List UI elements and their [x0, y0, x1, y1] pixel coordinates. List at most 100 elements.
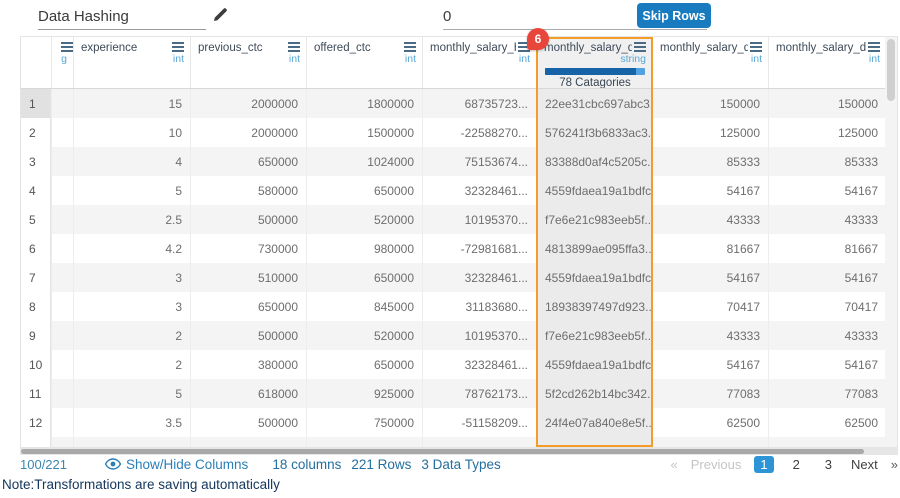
skip-rows-button[interactable]: Skip Rows — [637, 3, 711, 28]
table-cell: 4 — [73, 437, 190, 447]
table-cell: 3 — [73, 263, 190, 292]
table-row: 52.550000052000010195370...f7e6e21c983ee… — [21, 205, 887, 234]
pagination-pages: 123 — [754, 456, 838, 473]
table-cell: 650000 — [190, 147, 306, 176]
table-cell — [51, 89, 73, 118]
categories-count-label: 78 Catagories — [544, 77, 646, 88]
table-cell: 1024000 — [306, 147, 422, 176]
column-type-label: int — [198, 54, 300, 65]
table-cell: 150000 — [768, 89, 886, 118]
edit-pencil-icon[interactable] — [212, 6, 229, 23]
table-row: 11561800092500078762173...5f2cd262b14bc3… — [21, 379, 887, 408]
table-cell: 650000 — [190, 292, 306, 321]
column-header[interactable]: previous_ctcint — [190, 37, 306, 88]
table-cell: 54167 — [768, 350, 886, 379]
table-cell — [51, 292, 73, 321]
table-cell: 85333 — [652, 147, 768, 176]
table-cell: 618000 — [190, 379, 306, 408]
column-header[interactable]: g — [51, 37, 73, 88]
table-cell: 576241f3b6833ac3... — [536, 118, 652, 147]
column-title: monthly_salary_Ha... — [430, 42, 516, 54]
table-cell: 68735723... — [422, 89, 536, 118]
page-button-1[interactable]: 1 — [754, 456, 773, 473]
column-title: monthly_salary_du... — [776, 42, 866, 54]
categories-distribution-bar — [545, 68, 645, 75]
column-title: monthly_salary_du... — [660, 42, 748, 54]
table-cell: 580000 — [190, 176, 306, 205]
table-cell: 3.5 — [73, 408, 190, 437]
pagination-first-arrow[interactable]: « — [671, 457, 678, 472]
table-cell: 75153674... — [422, 147, 536, 176]
vertical-scrollbar-thumb[interactable] — [887, 39, 895, 101]
table-cell: 730000 — [190, 234, 306, 263]
table-cell: 650000 — [306, 350, 422, 379]
row-number-header — [21, 37, 51, 88]
pagination-next[interactable]: Next — [851, 457, 878, 472]
vertical-scrollbar[interactable] — [885, 37, 897, 447]
column-type-label: int — [776, 54, 880, 65]
pagination-previous[interactable]: Previous — [691, 457, 742, 472]
table-cell: 31183680... — [422, 292, 536, 321]
column-type-label: int — [314, 54, 416, 65]
column-header[interactable]: monthly_salary_du...int — [768, 37, 886, 88]
table-row: 134600000850000-736836061c01b2bc5ce59c9f… — [21, 437, 887, 447]
table-row: 64.2730000980000-72981681...4813899ae095… — [21, 234, 887, 263]
table-cell: 18938397497d923... — [536, 292, 652, 321]
table-row: 21020000001500000-22588270...576241f3b68… — [21, 118, 887, 147]
table-cell: 510000 — [190, 263, 306, 292]
table-cell: 70417 — [652, 292, 768, 321]
table-cell: 54167 — [652, 176, 768, 205]
table-cell: 5f2cd262b14bc342... — [536, 379, 652, 408]
table-cell: 24f4e07a840e8e5f... — [536, 408, 652, 437]
table-cell — [51, 408, 73, 437]
table-scroll-area: gexperienceintprevious_ctcintoffered_ctc… — [21, 37, 887, 447]
table-cell: 2 — [73, 350, 190, 379]
table-row: 7351000065000032328461...4559fdaea19a1bd… — [21, 263, 887, 292]
column-header[interactable]: offered_ctcint — [306, 37, 422, 88]
column-type-label: int — [430, 54, 530, 65]
table-cell: 4.2 — [73, 234, 190, 263]
column-header[interactable]: monthly_salary_du...string78 Catagories — [536, 37, 652, 88]
row-number: 11 — [21, 379, 51, 408]
table-cell: 2 — [73, 321, 190, 350]
column-header[interactable]: monthly_salary_Ha...int — [422, 37, 536, 88]
column-title: experience — [81, 42, 170, 54]
table-cell: 925000 — [306, 379, 422, 408]
table-cell: 750000 — [306, 408, 422, 437]
column-header[interactable]: experienceint — [73, 37, 190, 88]
show-hide-columns-button[interactable]: Show/Hide Columns — [105, 457, 248, 472]
transformation-name-input[interactable]: Data Hashing — [38, 4, 206, 30]
table-row: 123.5500000750000-51158209...24f4e07a840… — [21, 408, 887, 437]
table-cell: 2000000 — [190, 118, 306, 147]
table-cell — [51, 437, 73, 447]
table-cell: 54167 — [768, 263, 886, 292]
table-cell — [51, 263, 73, 292]
table-cell: 22ee31cbc697abc3... — [536, 89, 652, 118]
table-header-row: gexperienceintprevious_ctcintoffered_ctc… — [21, 37, 887, 89]
table-cell: 1c01b2bc5ce59c9f — [536, 437, 652, 447]
table-cell: 845000 — [306, 292, 422, 321]
column-header[interactable]: monthly_salary_du...int — [652, 37, 768, 88]
visible-rows-counter: 100/221 — [20, 457, 105, 472]
table-body: 1152000000180000068735723...22ee31cbc697… — [21, 89, 887, 447]
autosave-note: Note:Transformations are saving automati… — [2, 477, 280, 492]
show-hide-columns-label: Show/Hide Columns — [126, 457, 248, 472]
table-cell: 5 — [73, 379, 190, 408]
table-cell — [51, 205, 73, 234]
page-button-3[interactable]: 3 — [819, 456, 838, 473]
table-cell: 4 — [73, 147, 190, 176]
column-title: monthly_salary_du... — [544, 42, 632, 54]
column-title: offered_ctc — [314, 42, 402, 54]
table-cell: 2.5 — [73, 205, 190, 234]
table-cell: 54167 — [768, 176, 886, 205]
table-cell: -51158209... — [422, 408, 536, 437]
table-cell: 70833 — [652, 437, 768, 447]
table-cell: 5 — [73, 176, 190, 205]
table-cell: 43333 — [652, 321, 768, 350]
row-number: 13 — [21, 437, 51, 447]
column-type-label: int — [81, 54, 184, 65]
table-cell: 150000 — [652, 89, 768, 118]
table-cell: 85333 — [768, 147, 886, 176]
pagination-last-arrow[interactable]: » — [891, 457, 898, 472]
page-button-2[interactable]: 2 — [787, 456, 806, 473]
